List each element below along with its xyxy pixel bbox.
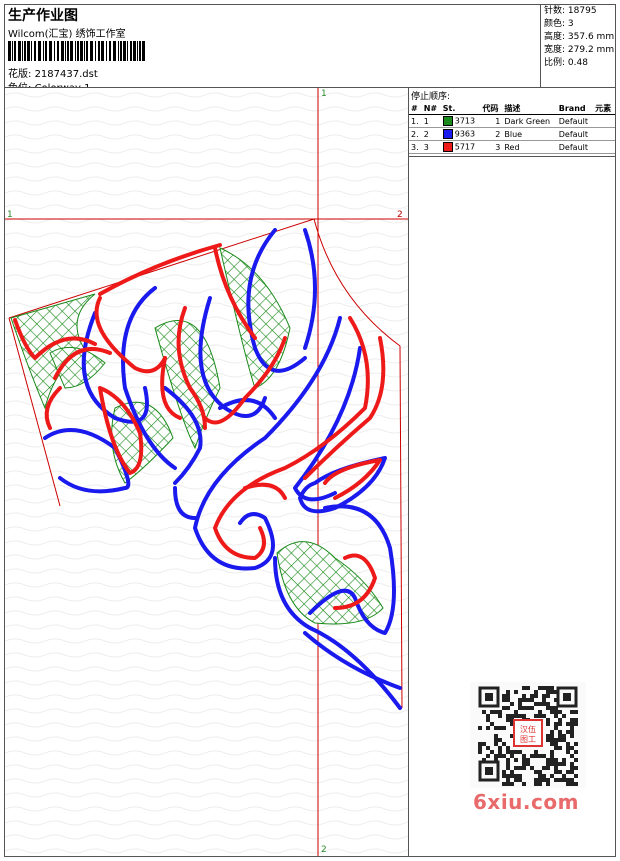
svg-text:图工: 图工: [520, 735, 536, 744]
color-swatch: [442, 129, 453, 139]
svg-text:汉伍: 汉伍: [520, 724, 536, 734]
stat-colors: 颜色: 3: [544, 19, 574, 29]
axis-left-label: 1: [7, 210, 13, 220]
stop-sequence-panel: 停止顺序: # N# St. 代码 描述 Brand 元素 1. 1 3713 1 Da…: [409, 88, 615, 156]
page-title: 生产作业图: [8, 8, 78, 24]
stat-scale: 比例: 0.48: [544, 58, 588, 68]
table-header-row: # N# St. 代码 描述 Brand 元素: [409, 103, 615, 115]
company-name: Wilcom(汇宝) 绣饰工作室: [8, 29, 126, 40]
table-row[interactable]: 1. 1 3713 1 Dark Green Default: [409, 114, 615, 128]
embroidery-preview: [5, 88, 408, 856]
design-file: 花版: 2187437.dst: [8, 65, 98, 80]
axis-top-label: 1: [321, 89, 327, 99]
stat-stitches: 针数: 18795: [544, 6, 597, 16]
barcode: [8, 41, 145, 61]
axis-bottom-label: 2: [321, 845, 327, 855]
table-row[interactable]: 2. 2 9363 2 Blue Default: [409, 127, 615, 141]
stop-sequence-title: 停止顺序:: [411, 92, 451, 102]
color-swatch: [442, 116, 453, 126]
header: 生产作业图 Wilcom(汇宝) 绣饰工作室 花版: 2187437.dst 色…: [5, 5, 540, 94]
stop-sequence-table: # N# St. 代码 描述 Brand 元素 1. 1 3713 1 Dark Gre…: [409, 103, 615, 154]
color-swatch: [442, 142, 453, 152]
table-row[interactable]: 3. 3 5717 3 Red Default: [409, 140, 615, 154]
stat-width: 宽度: 279.2 mm: [544, 45, 615, 55]
stats-panel: 针数: 18795 颜色: 3 高度: 357.6 mm 宽度: 279.2 m…: [540, 5, 615, 87]
stat-height: 高度: 357.6 mm: [544, 32, 615, 42]
watermark-text: 6xiu.com: [473, 790, 579, 814]
design-canvas[interactable]: 1 2 1 2: [5, 88, 409, 856]
axis-right-label: 2: [397, 210, 403, 220]
